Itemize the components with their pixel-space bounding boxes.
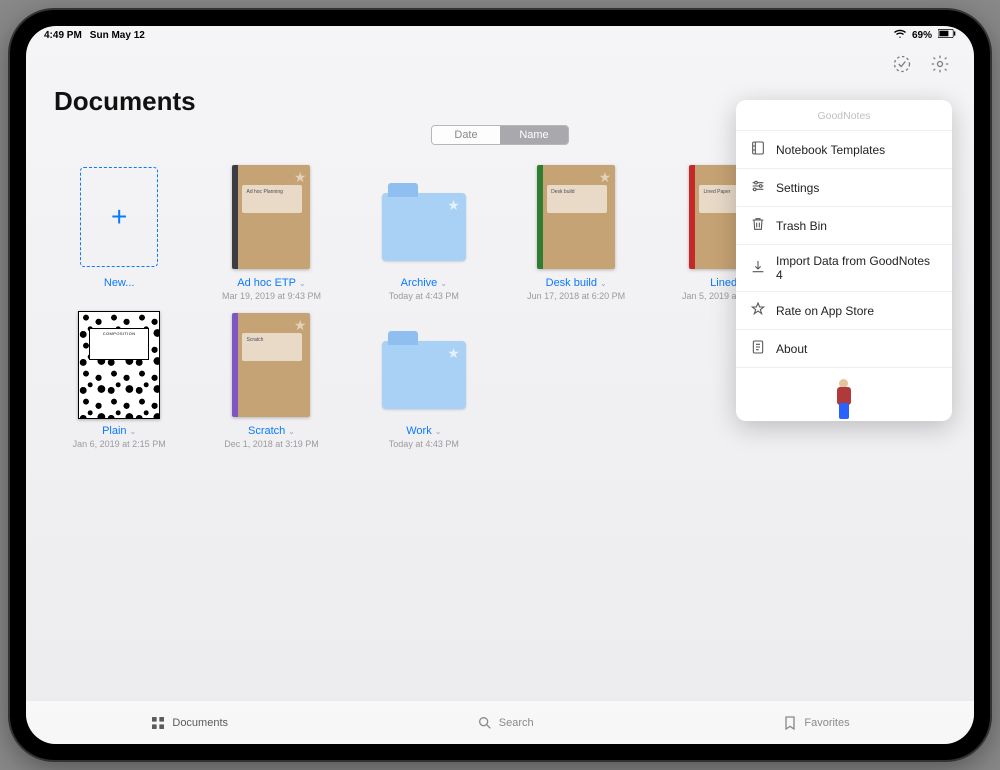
document-name[interactable]: Plain⌄ [102, 425, 136, 437]
notebook-cover: ★Ad hoc Planning [232, 165, 310, 269]
document-item[interactable]: ★ Work⌄ Today at 4:43 PM [351, 311, 497, 449]
document-date: Mar 19, 2019 at 9:43 PM [222, 291, 321, 301]
document-name[interactable]: Ad hoc ETP⌄ [237, 277, 305, 289]
menu-item-star[interactable]: Rate on App Store [736, 291, 952, 329]
chevron-down-icon: ⌄ [288, 427, 295, 436]
status-date: Sun May 12 [90, 30, 145, 41]
sort-name[interactable]: Name [500, 126, 568, 144]
settings-popover: GoodNotes Notebook Templates Settings Tras… [736, 100, 952, 421]
document-name[interactable]: Desk build⌄ [546, 277, 607, 289]
document-thumbnail: + [76, 163, 162, 271]
tab-documents[interactable]: Documents [150, 715, 228, 731]
document-date: Jan 6, 2019 at 2:15 PM [73, 439, 166, 449]
menu-item-label: Rate on App Store [776, 304, 874, 318]
tab-favorites-label: Favorites [804, 717, 849, 729]
document-item[interactable]: ★ Archive⌄ Today at 4:43 PM [351, 163, 497, 301]
chevron-down-icon: ⌄ [130, 427, 137, 436]
menu-item-label: Settings [776, 181, 819, 195]
chevron-down-icon: ⌄ [299, 279, 306, 288]
menu-item-trash[interactable]: Trash Bin [736, 206, 952, 244]
tab-documents-label: Documents [172, 717, 228, 729]
menu-item-templates[interactable]: Notebook Templates [736, 130, 952, 168]
document-thumbnail [76, 311, 162, 419]
toolbar [26, 44, 974, 84]
menu-item-label: Trash Bin [776, 219, 827, 233]
composition-cover [78, 311, 160, 419]
chevron-down-icon: ⌄ [440, 279, 447, 288]
popover-footer [736, 367, 952, 421]
popover-title: GoodNotes [736, 100, 952, 130]
import-icon [750, 259, 766, 278]
menu-item-label: About [776, 342, 807, 356]
document-date: Today at 4:43 PM [389, 291, 459, 301]
folder-icon: ★ [382, 193, 466, 261]
tab-bar: Documents Search Favorites [26, 700, 974, 744]
sort-date[interactable]: Date [432, 126, 500, 144]
tab-favorites[interactable]: Favorites [782, 715, 849, 731]
document-thumbnail: ★Ad hoc Planning [228, 163, 314, 271]
screen: 4:49 PM Sun May 12 69% Document [26, 26, 974, 744]
status-time: 4:49 PM [44, 30, 82, 41]
document-date: Dec 1, 2018 at 3:19 PM [224, 439, 319, 449]
document-name[interactable]: Archive⌄ [401, 277, 447, 289]
document-thumbnail: ★Scratch [228, 311, 314, 419]
doc-icon [750, 339, 766, 358]
document-item[interactable]: ★Desk build Desk build⌄ Jun 17, 2018 at 6:… [503, 163, 649, 301]
document-item[interactable]: ★Scratch Scratch⌄ Dec 1, 2018 at 3:19 PM [198, 311, 344, 449]
menu-item-doc[interactable]: About [736, 329, 952, 367]
menu-item-label: Import Data from GoodNotes 4 [776, 254, 938, 282]
document-name[interactable]: New... [104, 277, 135, 289]
document-thumbnail: ★ [381, 311, 467, 419]
document-date: Jun 17, 2018 at 6:20 PM [527, 291, 625, 301]
ipad-frame: 4:49 PM Sun May 12 69% Document [10, 10, 990, 760]
illustration-person [834, 379, 854, 421]
document-date: Today at 4:43 PM [389, 439, 459, 449]
document-item[interactable]: ★Ad hoc Planning Ad hoc ETP⌄ Mar 19, 2019 … [198, 163, 344, 301]
document-thumbnail: ★ [381, 163, 467, 271]
wifi-icon [894, 28, 906, 43]
templates-icon [750, 140, 766, 159]
document-thumbnail: ★Desk build [533, 163, 619, 271]
sliders-icon [750, 178, 766, 197]
document-item[interactable]: Plain⌄ Jan 6, 2019 at 2:15 PM [46, 311, 192, 449]
status-bar: 4:49 PM Sun May 12 69% [26, 26, 974, 44]
tab-search[interactable]: Search [477, 715, 534, 731]
tab-search-label: Search [499, 717, 534, 729]
menu-item-import[interactable]: Import Data from GoodNotes 4 [736, 244, 952, 291]
new-document[interactable]: + New... [46, 163, 192, 301]
battery-percent: 69% [912, 30, 932, 41]
folder-icon: ★ [382, 341, 466, 409]
menu-item-sliders[interactable]: Settings [736, 168, 952, 206]
gear-icon[interactable] [930, 54, 950, 74]
notebook-cover: ★Scratch [232, 313, 310, 417]
trash-icon [750, 216, 766, 235]
document-name[interactable]: Scratch⌄ [248, 425, 295, 437]
battery-icon [938, 29, 956, 41]
chevron-down-icon: ⌄ [600, 279, 607, 288]
plus-icon: + [80, 167, 158, 267]
star-icon [750, 301, 766, 320]
document-name[interactable]: Work⌄ [406, 425, 441, 437]
select-icon[interactable] [892, 54, 912, 74]
menu-item-label: Notebook Templates [776, 143, 885, 157]
sort-segmented: Date Name [431, 125, 569, 145]
notebook-cover: ★Desk build [537, 165, 615, 269]
chevron-down-icon: ⌄ [435, 427, 442, 436]
